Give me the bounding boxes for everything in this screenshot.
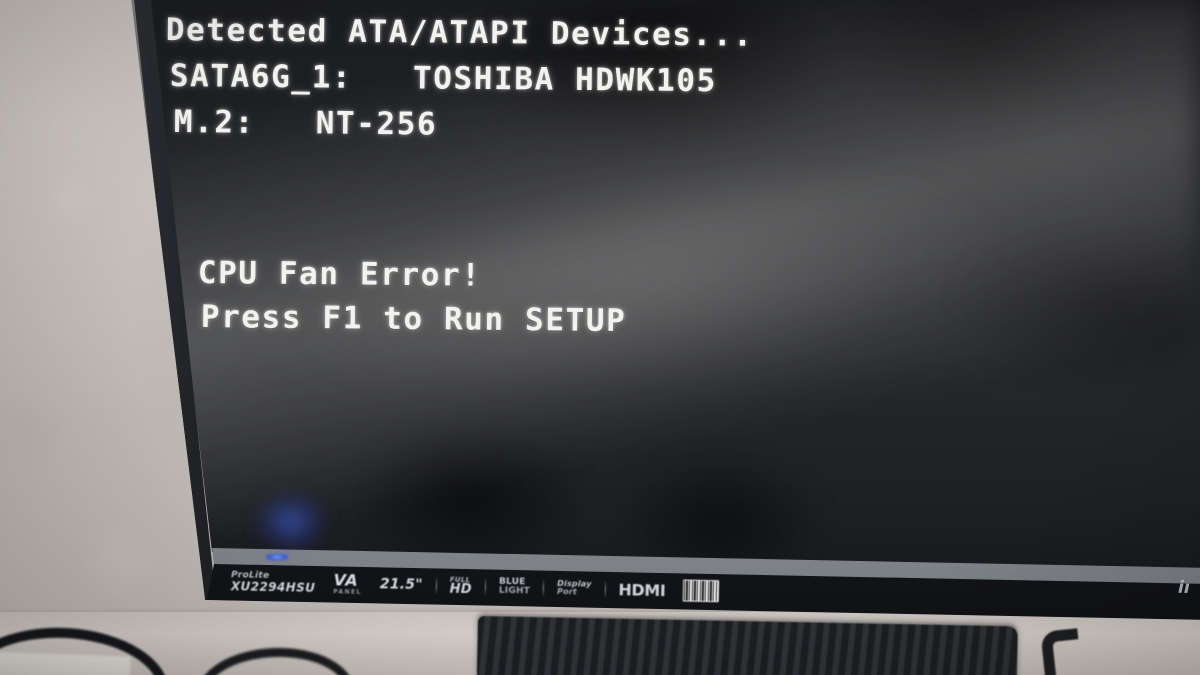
badge-divider-2 [484,577,487,595]
full-hd-top-label: FULL [449,575,471,584]
screen-size-badge: 21.5" [379,576,423,594]
displayport-line1: Display [557,578,592,589]
blue-light-reducer-badge: BLUE LIGHT [490,576,540,597]
full-hd-badge: FULL HD [440,575,481,597]
panel-type-badge: VA PANEL [324,569,371,596]
blue-light-line1: BLUE [498,576,526,588]
panel-type-label: VA [333,569,359,590]
brand-logo: ProLite XU2294HSU [222,569,325,595]
full-hd-bottom-label: HD [449,581,473,597]
badge-divider-1 [435,576,437,594]
panel-type-sublabel: PANEL [333,587,362,596]
brand-series-label: ProLite [231,569,270,581]
hdmi-badge: HDMI [618,579,666,600]
displayport-line2: Port [556,586,578,597]
power-led[interactable] [266,554,288,560]
brand-mark-right: iı [1177,577,1190,598]
power-cable-right [1040,628,1085,675]
brand-model-label: XU2294HSU [230,578,316,595]
badge-divider-4 [604,580,606,598]
blue-light-line2: LIGHT [498,585,531,597]
ribbed-device[interactable] [476,616,1018,675]
monitor-photo-scene: Detected ATA/ATAPI Devices... SATA6G_1: … [0,0,1200,675]
badge-divider-3 [542,579,545,597]
displayport-badge: Display Port [548,578,601,597]
barcode-sticker [682,579,719,603]
